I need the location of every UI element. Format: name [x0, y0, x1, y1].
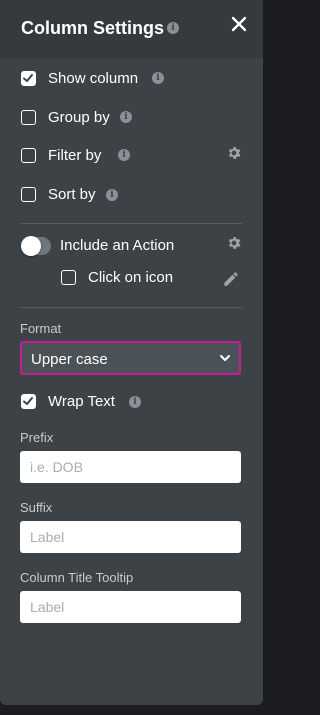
suffix-label: Suffix: [20, 500, 53, 515]
action-settings-gear-icon[interactable]: [226, 235, 242, 251]
prefix-label: Prefix: [20, 430, 54, 445]
wrap-text-label: Wrap Text: [48, 393, 115, 410]
include-action-toggle[interactable]: [21, 236, 51, 256]
sort-by-info-icon[interactable]: i: [106, 189, 118, 201]
close-icon[interactable]: [229, 14, 249, 34]
check-icon: [23, 74, 33, 82]
tooltip-label: Column Title Tooltip: [20, 570, 134, 585]
chevron-down-icon: [220, 355, 230, 361]
wrap-text-checkbox[interactable]: [21, 394, 36, 409]
sort-by-checkbox[interactable]: [21, 187, 36, 202]
group-by-info-icon[interactable]: i: [120, 111, 132, 123]
click-on-icon-label: Click on icon: [88, 269, 174, 286]
filter-by-info-icon[interactable]: i: [118, 149, 130, 161]
background-strip: [0, 705, 263, 715]
filter-by-checkbox[interactable]: [21, 148, 36, 163]
divider: [20, 307, 242, 308]
format-select[interactable]: Upper case: [20, 341, 241, 375]
panel-title: Column Settings: [21, 18, 164, 38]
filter-by-label: Filter by: [48, 147, 102, 164]
show-column-label: Show column: [48, 70, 139, 87]
column-settings-panel: Column Settings i Show column i Group by…: [0, 0, 263, 705]
suffix-input[interactable]: [20, 521, 241, 553]
group-by-checkbox[interactable]: [21, 110, 36, 125]
wrap-text-info-icon[interactable]: i: [129, 396, 141, 408]
show-column-checkbox[interactable]: [21, 71, 36, 86]
group-by-label: Group by: [48, 109, 110, 126]
toggle-knob: [21, 236, 41, 256]
show-column-info-icon[interactable]: i: [152, 72, 164, 84]
sort-by-label: Sort by: [48, 186, 96, 203]
prefix-input[interactable]: [20, 451, 241, 483]
pencil-icon[interactable]: [222, 270, 240, 288]
click-on-icon-checkbox[interactable]: [61, 270, 76, 285]
format-select-value: Upper case: [31, 351, 108, 368]
include-action-label: Include an Action: [60, 237, 175, 254]
filter-settings-gear-icon[interactable]: [226, 145, 242, 161]
format-label: Format: [20, 321, 62, 336]
check-icon: [23, 397, 33, 405]
column-title-tooltip-input[interactable]: [20, 591, 241, 623]
info-icon[interactable]: i: [167, 22, 179, 34]
panel-header: Column Settings i: [0, 0, 263, 58]
divider: [20, 223, 242, 224]
